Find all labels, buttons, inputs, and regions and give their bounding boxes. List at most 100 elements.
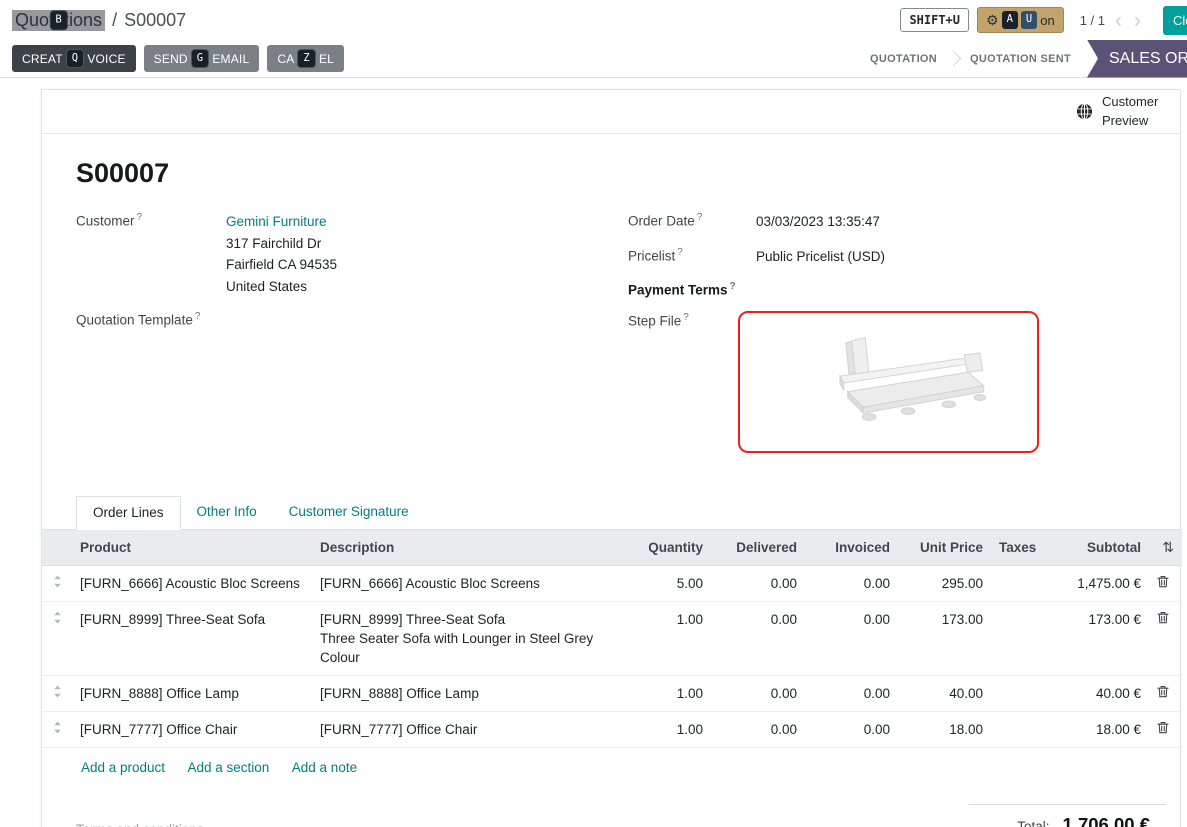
- cell-description[interactable]: [FURN_6666] Acoustic Bloc Screens: [312, 565, 627, 601]
- drag-handle-icon[interactable]: [42, 601, 72, 675]
- pager-previous-button[interactable]: ‹: [1113, 10, 1124, 31]
- trash-icon: [1157, 685, 1169, 698]
- cell-product[interactable]: [FURN_6666] Acoustic Bloc Screens: [72, 565, 312, 601]
- create-invoice-button[interactable]: CREAT Q VOICE: [12, 45, 136, 73]
- cell-delivered[interactable]: 0.00: [711, 565, 805, 601]
- add-a-note-link[interactable]: Add a note: [292, 760, 357, 775]
- step-file-field-row: Step File?: [628, 311, 1146, 453]
- add-a-section-link[interactable]: Add a section: [188, 760, 270, 775]
- help-icon: ?: [677, 247, 683, 258]
- total-value: 1,706.00 €: [1063, 814, 1150, 827]
- cell-delivered[interactable]: 0.00: [711, 711, 805, 747]
- cell-delivered[interactable]: 0.00: [711, 601, 805, 675]
- cell-taxes[interactable]: [991, 565, 1049, 601]
- pricelist-value[interactable]: Public Pricelist (USD): [756, 246, 885, 268]
- delete-row-button[interactable]: [1157, 575, 1169, 591]
- help-icon: ?: [195, 311, 201, 322]
- drag-handle-icon[interactable]: [42, 565, 72, 601]
- notebook-tabs: Order Lines Other Info Customer Signatur…: [42, 496, 1180, 530]
- table-row[interactable]: [FURN_8888] Office Lamp [FURN_8888] Offi…: [42, 675, 1182, 711]
- breadcrumb-quotations-link[interactable]: Quotations B: [12, 10, 105, 31]
- help-icon: ?: [683, 312, 689, 323]
- step-file-label: Step File?: [628, 311, 738, 453]
- cell-taxes[interactable]: [991, 601, 1049, 675]
- column-header-description: Description: [312, 530, 627, 566]
- send-email-label-post: EMAIL: [212, 52, 249, 66]
- action-menu-button[interactable]: ⚙ A U on: [977, 7, 1064, 33]
- cell-product[interactable]: [FURN_8888] Office Lamp: [72, 675, 312, 711]
- cell-subtotal: 18.00 €: [1049, 711, 1149, 747]
- payment-terms-label: Payment Terms?: [628, 280, 756, 298]
- cancel-label-post: EL: [319, 52, 334, 66]
- table-row[interactable]: [FURN_6666] Acoustic Bloc Screens [FURN_…: [42, 565, 1182, 601]
- stage-sales-order-active[interactable]: SALES ORDER: [1087, 40, 1187, 78]
- cell-delivered[interactable]: 0.00: [711, 675, 805, 711]
- action-menu-label-tail: on: [1040, 13, 1054, 28]
- cell-quantity[interactable]: 5.00: [627, 565, 711, 601]
- accesskey-badge-q: Q: [67, 50, 84, 68]
- stage-quotation-sent[interactable]: QUOTATION SENT: [954, 53, 1087, 65]
- customer-preview-button[interactable]: Customer Preview: [1076, 93, 1164, 129]
- cell-unit-price[interactable]: 173.00: [898, 601, 991, 675]
- cell-invoiced[interactable]: 0.00: [805, 601, 898, 675]
- cell-description[interactable]: [FURN_8999] Three-Seat Sofa Three Seater…: [312, 601, 627, 675]
- help-icon: ?: [697, 212, 703, 223]
- optional-columns-toggle-icon[interactable]: ⇅: [1162, 539, 1174, 556]
- delete-row-button[interactable]: [1157, 685, 1169, 701]
- accesskey-badge-z: Z: [298, 50, 315, 68]
- send-email-button[interactable]: SEND G EMAIL: [144, 45, 260, 73]
- tab-customer-signature[interactable]: Customer Signature: [273, 496, 425, 529]
- cell-invoiced[interactable]: 0.00: [805, 565, 898, 601]
- pager-next-button[interactable]: ›: [1132, 10, 1143, 31]
- customer-label: Customer?: [76, 211, 226, 297]
- table-row[interactable]: [FURN_7777] Office Chair [FURN_7777] Off…: [42, 711, 1182, 747]
- send-email-label-pre: SEND: [154, 52, 188, 66]
- customer-link[interactable]: Gemini Furniture: [226, 214, 327, 229]
- action-buttons: CREAT Q VOICE SEND G EMAIL CA Z EL: [12, 40, 344, 77]
- column-header-taxes: Taxes: [991, 530, 1049, 566]
- terms-and-conditions-placeholder[interactable]: Terms and conditions...: [76, 804, 215, 827]
- cell-unit-price[interactable]: 40.00: [898, 675, 991, 711]
- cancel-button[interactable]: CA Z EL: [267, 45, 344, 73]
- stage-quotation[interactable]: QUOTATION: [854, 53, 953, 65]
- cell-subtotal: 1,475.00 €: [1049, 565, 1149, 601]
- cell-product[interactable]: [FURN_8999] Three-Seat Sofa: [72, 601, 312, 675]
- cell-unit-price[interactable]: 18.00: [898, 711, 991, 747]
- drag-handle-icon[interactable]: [42, 675, 72, 711]
- pricelist-field-row: Pricelist? Public Pricelist (USD): [628, 246, 1146, 268]
- cell-description[interactable]: [FURN_8888] Office Lamp: [312, 675, 627, 711]
- delete-row-button[interactable]: [1157, 721, 1169, 737]
- column-header-quantity: Quantity: [627, 530, 711, 566]
- pager-counter: 1 / 1: [1080, 13, 1105, 28]
- add-a-product-link[interactable]: Add a product: [81, 760, 165, 775]
- cell-subtotal: 40.00 €: [1049, 675, 1149, 711]
- customer-field-row: Customer? Gemini Furniture 317 Fairchild…: [76, 211, 628, 297]
- cell-invoiced[interactable]: 0.00: [805, 675, 898, 711]
- cell-description[interactable]: [FURN_7777] Office Chair: [312, 711, 627, 747]
- customer-field-value[interactable]: Gemini Furniture 317 Fairchild Dr Fairfi…: [226, 211, 337, 297]
- breadcrumb: Quotations B / S00007: [12, 10, 186, 31]
- total-label: Total:: [1017, 819, 1049, 827]
- tab-other-info[interactable]: Other Info: [181, 496, 273, 529]
- help-icon: ?: [137, 212, 143, 223]
- cell-quantity[interactable]: 1.00: [627, 711, 711, 747]
- record-title: S00007: [76, 158, 1180, 189]
- cell-taxes[interactable]: [991, 711, 1049, 747]
- close-button[interactable]: Close: [1163, 6, 1187, 35]
- cell-invoiced[interactable]: 0.00: [805, 711, 898, 747]
- step-file-image[interactable]: [738, 311, 1039, 453]
- drag-handle-icon[interactable]: [42, 711, 72, 747]
- quotation-template-field-row: Quotation Template?: [76, 310, 628, 328]
- order-date-value[interactable]: 03/03/2023 13:35:47: [756, 211, 880, 233]
- cell-product[interactable]: [FURN_7777] Office Chair: [72, 711, 312, 747]
- delete-row-button[interactable]: [1157, 611, 1169, 627]
- breadcrumb-current: S00007: [124, 10, 186, 31]
- accesskey-badge-u: U: [1021, 11, 1037, 29]
- cell-taxes[interactable]: [991, 675, 1049, 711]
- cell-unit-price[interactable]: 295.00: [898, 565, 991, 601]
- tab-order-lines[interactable]: Order Lines: [76, 496, 181, 530]
- table-row[interactable]: [FURN_8999] Three-Seat Sofa [FURN_8999] …: [42, 601, 1182, 675]
- cell-quantity[interactable]: 1.00: [627, 601, 711, 675]
- trash-icon: [1157, 721, 1169, 734]
- cell-quantity[interactable]: 1.00: [627, 675, 711, 711]
